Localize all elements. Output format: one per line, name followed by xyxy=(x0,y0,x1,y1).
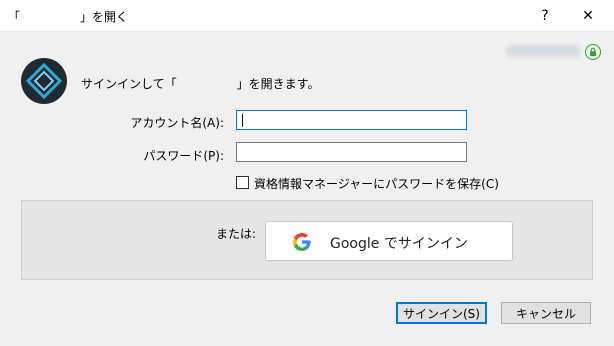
google-signin-label: Google でサインイン xyxy=(330,236,468,252)
close-icon: ✕ xyxy=(582,7,594,24)
google-g-icon xyxy=(293,233,311,251)
help-icon: ? xyxy=(541,7,549,24)
title-bar: 「 」を開く ? ✕ xyxy=(0,0,614,31)
password-label: パスワード(P): xyxy=(143,149,224,163)
google-signin-button[interactable]: Google でサインイン xyxy=(265,221,513,261)
app-logo-icon xyxy=(21,58,67,104)
signin-message: サインインして「 」を開きます。 xyxy=(81,77,320,91)
or-label: または: xyxy=(216,227,257,241)
window-title: 「 」を開く xyxy=(8,10,129,24)
redacted-url xyxy=(506,45,580,57)
help-button[interactable]: ? xyxy=(522,0,568,31)
account-name-label: アカウント名(A): xyxy=(130,116,224,130)
save-password-checkbox[interactable] xyxy=(236,176,249,189)
account-name-input[interactable] xyxy=(236,110,467,130)
lock-icon xyxy=(585,44,601,60)
cancel-button[interactable]: キャンセル xyxy=(501,302,591,324)
cancel-button-label: キャンセル xyxy=(515,306,576,321)
signin-button-label: サインイン(S) xyxy=(403,306,480,321)
close-button[interactable]: ✕ xyxy=(565,0,611,31)
save-password-label[interactable]: 資格情報マネージャーにパスワードを保存(C) xyxy=(254,175,499,192)
text-caret xyxy=(242,114,243,127)
password-input[interactable] xyxy=(236,142,467,162)
signin-button[interactable]: サインイン(S) xyxy=(396,302,487,324)
